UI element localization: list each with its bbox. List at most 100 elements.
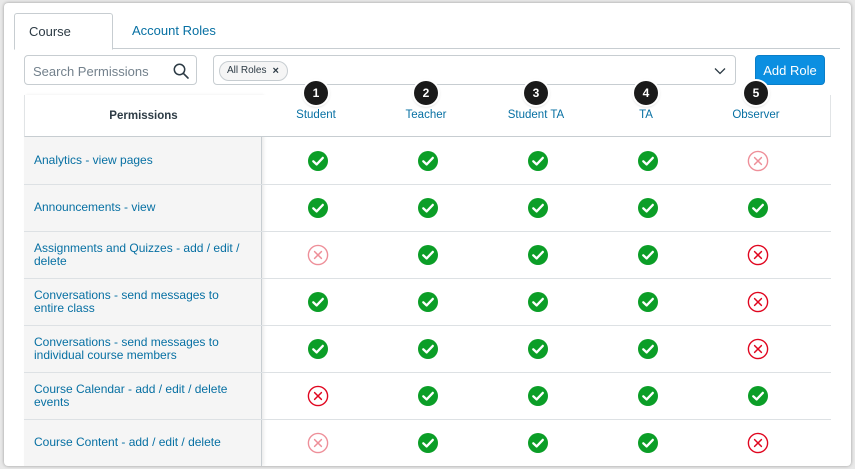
check-circle-icon	[418, 198, 438, 218]
permission-toggle-student-ta[interactable]	[483, 279, 593, 325]
chevron-down-icon[interactable]	[713, 64, 727, 78]
permission-toggle-student-ta[interactable]	[483, 138, 593, 184]
permission-toggle-student-ta[interactable]	[483, 185, 593, 231]
permission-toggle-observer[interactable]	[703, 279, 813, 325]
permission-toggle-student[interactable]	[263, 326, 373, 372]
permission-toggle-observer[interactable]	[703, 185, 813, 231]
check-circle-icon	[528, 386, 548, 406]
permission-name-link[interactable]: Analytics - view pages	[34, 154, 249, 168]
role-link[interactable]: TA	[591, 109, 701, 121]
search-input[interactable]	[33, 62, 168, 80]
x-circle-icon	[307, 385, 329, 407]
role-link[interactable]: Observer	[701, 109, 811, 121]
permission-toggle-student[interactable]	[263, 232, 373, 278]
check-circle-icon	[418, 151, 438, 171]
permission-toggle-observer[interactable]	[703, 373, 813, 419]
permission-name-link[interactable]: Conversations - send messages to entire …	[34, 288, 249, 316]
permission-toggle-student[interactable]	[263, 185, 373, 231]
check-circle-icon	[418, 386, 438, 406]
check-circle-icon	[418, 292, 438, 312]
role-tabs: Course Roles Account Roles	[14, 9, 840, 75]
check-circle-icon	[308, 292, 328, 312]
permission-toggle-observer[interactable]	[703, 326, 813, 372]
app-window: Course Roles Account Roles All Roles × A…	[4, 3, 851, 466]
permissions-header: Permissions	[24, 95, 262, 137]
permission-row: Assignments and Quizzes - add / edit / d…	[24, 232, 831, 279]
permission-toggle-teacher[interactable]	[373, 420, 483, 466]
x-circle-icon	[747, 432, 769, 454]
x-circle-icon	[747, 291, 769, 313]
check-circle-icon	[748, 386, 768, 406]
x-circle-icon	[747, 244, 769, 266]
check-circle-icon	[638, 433, 658, 453]
permission-toggle-student-ta[interactable]	[483, 373, 593, 419]
permission-toggle-student[interactable]	[263, 373, 373, 419]
permission-row: Course Content - add / edit / delete	[24, 420, 831, 466]
tab-account-roles[interactable]: Account Roles	[118, 13, 230, 49]
permission-name-link[interactable]: Conversations - send messages to individ…	[34, 335, 249, 363]
permission-toggle-teacher[interactable]	[373, 138, 483, 184]
search-permissions-field	[24, 55, 197, 85]
permission-toggle-student-ta[interactable]	[483, 420, 593, 466]
chip-label: All Roles	[227, 65, 267, 76]
permission-toggle-teacher[interactable]	[373, 185, 483, 231]
permission-toggle-ta[interactable]	[593, 373, 703, 419]
check-circle-icon	[418, 339, 438, 359]
permission-row: Conversations - send messages to individ…	[24, 326, 831, 373]
check-circle-icon	[528, 433, 548, 453]
role-header-student-ta: 3 Student TA	[481, 81, 591, 137]
permission-toggle-teacher[interactable]	[373, 232, 483, 278]
permission-name-link[interactable]: Course Calendar - add / edit / delete ev…	[34, 382, 249, 410]
permission-toggle-student[interactable]	[263, 420, 373, 466]
permission-toggle-teacher[interactable]	[373, 279, 483, 325]
permission-toggle-teacher[interactable]	[373, 373, 483, 419]
permission-name-link[interactable]: Announcements - view	[34, 201, 249, 215]
permission-toggle-observer[interactable]	[703, 138, 813, 184]
tab-course-roles[interactable]: Course Roles	[14, 13, 113, 75]
permission-toggle-observer[interactable]	[703, 420, 813, 466]
role-link[interactable]: Student TA	[481, 109, 591, 121]
permission-row: Course Calendar - add / edit / delete ev…	[24, 373, 831, 420]
check-circle-icon	[418, 433, 438, 453]
permission-name-link[interactable]: Course Content - add / edit / delete	[34, 436, 249, 450]
x-circle-icon	[307, 432, 329, 454]
permission-toggle-teacher[interactable]	[373, 326, 483, 372]
check-circle-icon	[638, 292, 658, 312]
check-circle-icon	[528, 339, 548, 359]
role-link[interactable]: Student	[261, 109, 371, 121]
permission-toggle-student-ta[interactable]	[483, 326, 593, 372]
x-circle-icon	[307, 244, 329, 266]
permission-toggle-student[interactable]	[263, 138, 373, 184]
check-circle-icon	[308, 339, 328, 359]
check-circle-icon	[638, 151, 658, 171]
permission-toggle-ta[interactable]	[593, 279, 703, 325]
check-circle-icon	[528, 245, 548, 265]
check-circle-icon	[638, 386, 658, 406]
check-circle-icon	[528, 151, 548, 171]
permission-toggle-ta[interactable]	[593, 185, 703, 231]
add-role-button[interactable]: Add Role	[755, 55, 825, 85]
permission-toggle-student-ta[interactable]	[483, 232, 593, 278]
check-circle-icon	[528, 292, 548, 312]
check-circle-icon	[418, 245, 438, 265]
x-circle-icon	[747, 338, 769, 360]
roles-filter-select[interactable]: All Roles ×	[213, 55, 736, 85]
permission-row: Announcements - view	[24, 185, 831, 232]
check-circle-icon	[528, 198, 548, 218]
all-roles-chip: All Roles ×	[219, 61, 288, 81]
role-link[interactable]: Teacher	[371, 109, 481, 121]
permission-toggle-observer[interactable]	[703, 232, 813, 278]
role-header-observer: 5 Observer	[701, 81, 811, 137]
search-icon[interactable]	[172, 62, 190, 80]
permission-toggle-ta[interactable]	[593, 232, 703, 278]
chip-remove-icon[interactable]: ×	[272, 62, 278, 80]
permission-toggle-ta[interactable]	[593, 138, 703, 184]
check-circle-icon	[308, 151, 328, 171]
permission-name-link[interactable]: Assignments and Quizzes - add / edit / d…	[34, 241, 249, 269]
permission-toggle-ta[interactable]	[593, 326, 703, 372]
callout-badge: 4	[634, 81, 658, 105]
permission-toggle-ta[interactable]	[593, 420, 703, 466]
permission-row: Analytics - view pages	[24, 138, 831, 185]
callout-badge: 1	[304, 81, 328, 105]
permission-toggle-student[interactable]	[263, 279, 373, 325]
